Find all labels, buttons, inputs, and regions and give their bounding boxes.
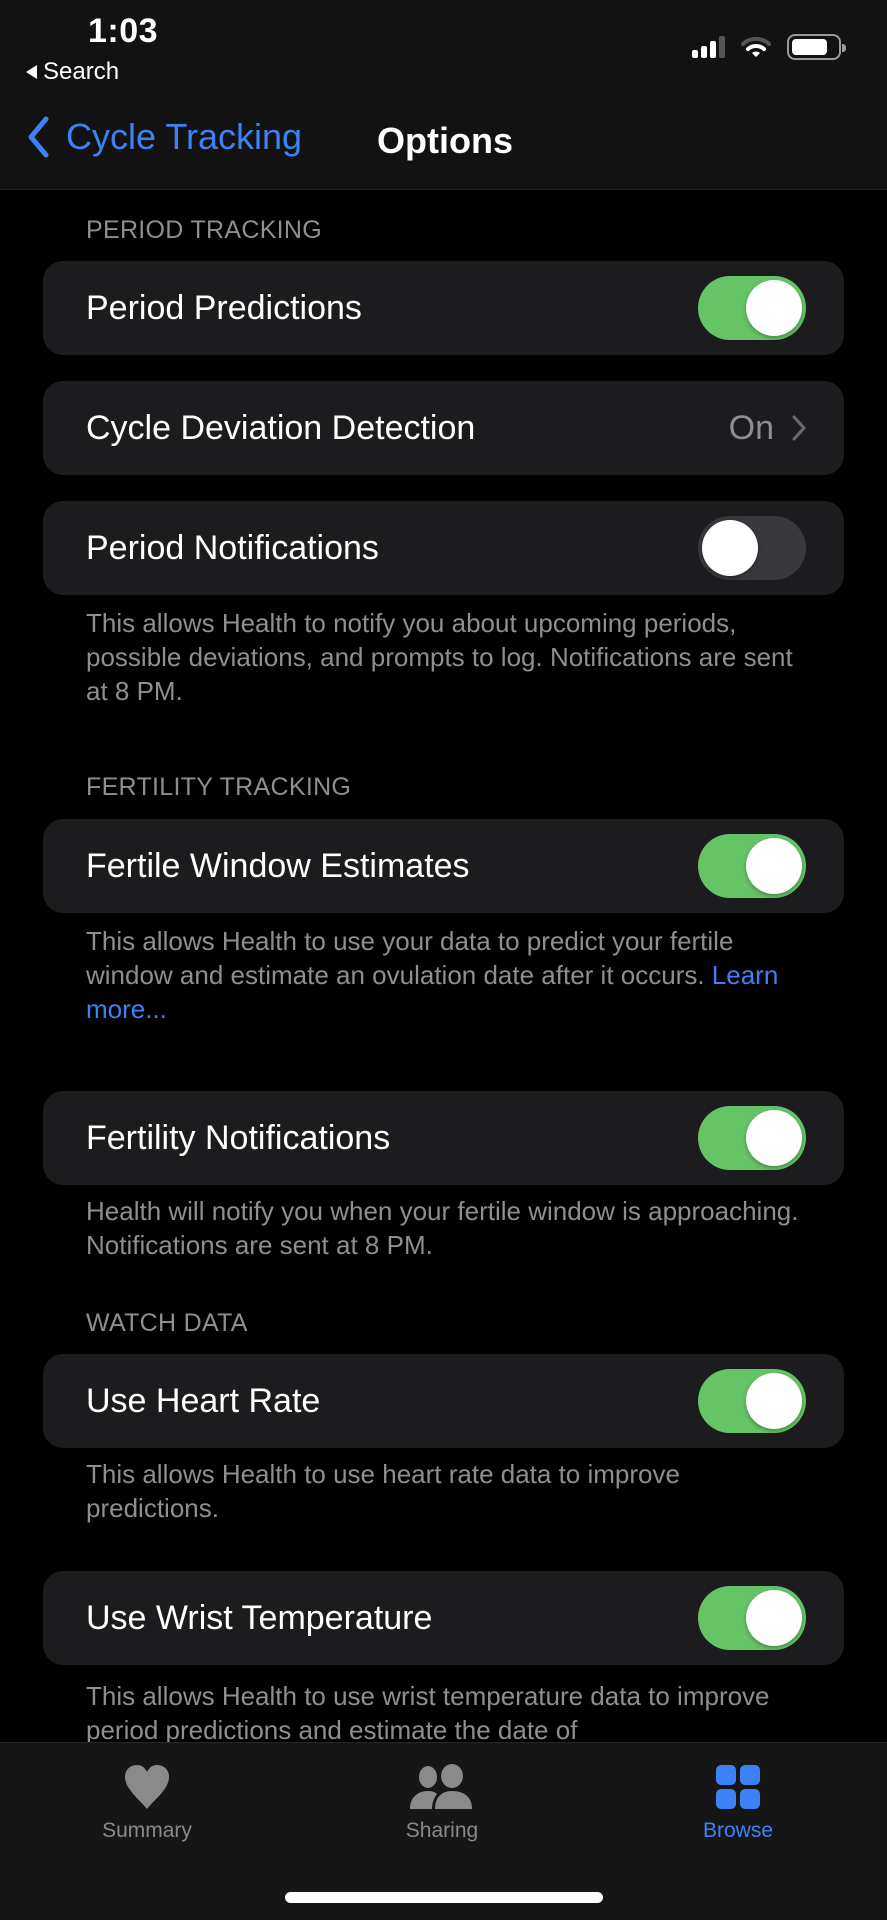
heart-icon (125, 1765, 169, 1809)
heart-rate-toggle[interactable] (698, 1369, 806, 1433)
chevron-left-icon (28, 116, 49, 158)
navigation-bar: Cycle Tracking Options (0, 116, 887, 166)
toggle-knob (746, 1110, 802, 1166)
detail-value: On (728, 408, 774, 447)
options-list[interactable]: PERIOD TRACKING Period Predictions Cycle… (0, 191, 887, 1742)
heart-rate-footer: This allows Health to use heart rate dat… (86, 1459, 680, 1523)
back-triangle-icon (26, 65, 37, 79)
period-notifications-footer: This allows Health to notify you about u… (86, 608, 793, 706)
toggle-knob (746, 280, 802, 336)
wrist-temperature-footer: This allows Health to use wrist temperat… (86, 1681, 770, 1742)
period-notifications-toggle[interactable] (698, 516, 806, 580)
toggle-knob (746, 1373, 802, 1429)
cell-label: Cycle Deviation Detection (86, 408, 476, 447)
chevron-right-icon (792, 415, 806, 441)
section-header-period-tracking: PERIOD TRACKING (86, 216, 323, 244)
battery-level (792, 39, 828, 55)
cell-label: Fertility Notifications (86, 1118, 391, 1157)
toggle-knob (702, 520, 758, 576)
wifi-icon (741, 36, 771, 57)
tab-label: Sharing (405, 1819, 479, 1842)
cell-fertility-notifications: Fertility Notifications (43, 1091, 844, 1185)
cell-label: Period Predictions (86, 288, 362, 327)
tab-browse[interactable]: Browse (648, 1763, 828, 1843)
back-button[interactable]: Cycle Tracking (26, 116, 302, 158)
grid-icon (716, 1765, 760, 1809)
cell-cycle-deviation-detection[interactable]: Cycle Deviation Detection On (43, 381, 844, 475)
fertility-notifications-toggle[interactable] (698, 1106, 806, 1170)
battery-icon (787, 34, 846, 60)
tab-sharing[interactable]: Sharing (352, 1763, 532, 1843)
footer-text: This allows Health to use your data to p… (86, 926, 734, 990)
period-predictions-toggle[interactable] (698, 276, 806, 340)
cell-use-wrist-temperature: Use Wrist Temperature (43, 1571, 844, 1665)
home-indicator[interactable] (285, 1892, 603, 1903)
wrist-temperature-toggle[interactable] (698, 1586, 806, 1650)
cell-period-predictions: Period Predictions (43, 261, 844, 355)
cell-fertile-window-estimates: Fertile Window Estimates (43, 819, 844, 913)
section-header-fertility-tracking: FERTILITY TRACKING (86, 773, 352, 801)
page-title: Options (377, 120, 513, 161)
people-icon (410, 1764, 472, 1809)
tab-label: Summary (102, 1819, 192, 1842)
fertile-window-toggle[interactable] (698, 834, 806, 898)
fertile-window-footer: This allows Health to use your data to p… (86, 924, 806, 1026)
cell-label: Use Wrist Temperature (86, 1598, 433, 1637)
fertility-notifications-footer: Health will notify you when your fertile… (86, 1196, 799, 1260)
status-time: 1:03 (88, 12, 159, 50)
top-bar: 1:03 Search Cycle Tracking Options (0, 0, 887, 190)
cell-label: Period Notifications (86, 528, 379, 567)
cell-label: Fertile Window Estimates (86, 846, 470, 885)
cycle-deviation-value[interactable]: On (729, 409, 806, 448)
toggle-knob (746, 838, 802, 894)
back-button-label: Cycle Tracking (66, 116, 303, 157)
cellular-signal-icon (692, 36, 725, 58)
section-header-watch-data: WATCH DATA (86, 1309, 248, 1337)
tab-label: Browse (702, 1819, 774, 1842)
toggle-knob (746, 1590, 802, 1646)
cell-use-heart-rate: Use Heart Rate (43, 1354, 844, 1448)
cell-label: Use Heart Rate (86, 1381, 321, 1420)
back-to-app-button[interactable]: Search (26, 58, 119, 86)
tab-summary[interactable]: Summary (57, 1763, 237, 1843)
status-icons (692, 34, 846, 60)
cell-period-notifications: Period Notifications (43, 501, 844, 595)
back-app-label: Search (43, 58, 120, 85)
